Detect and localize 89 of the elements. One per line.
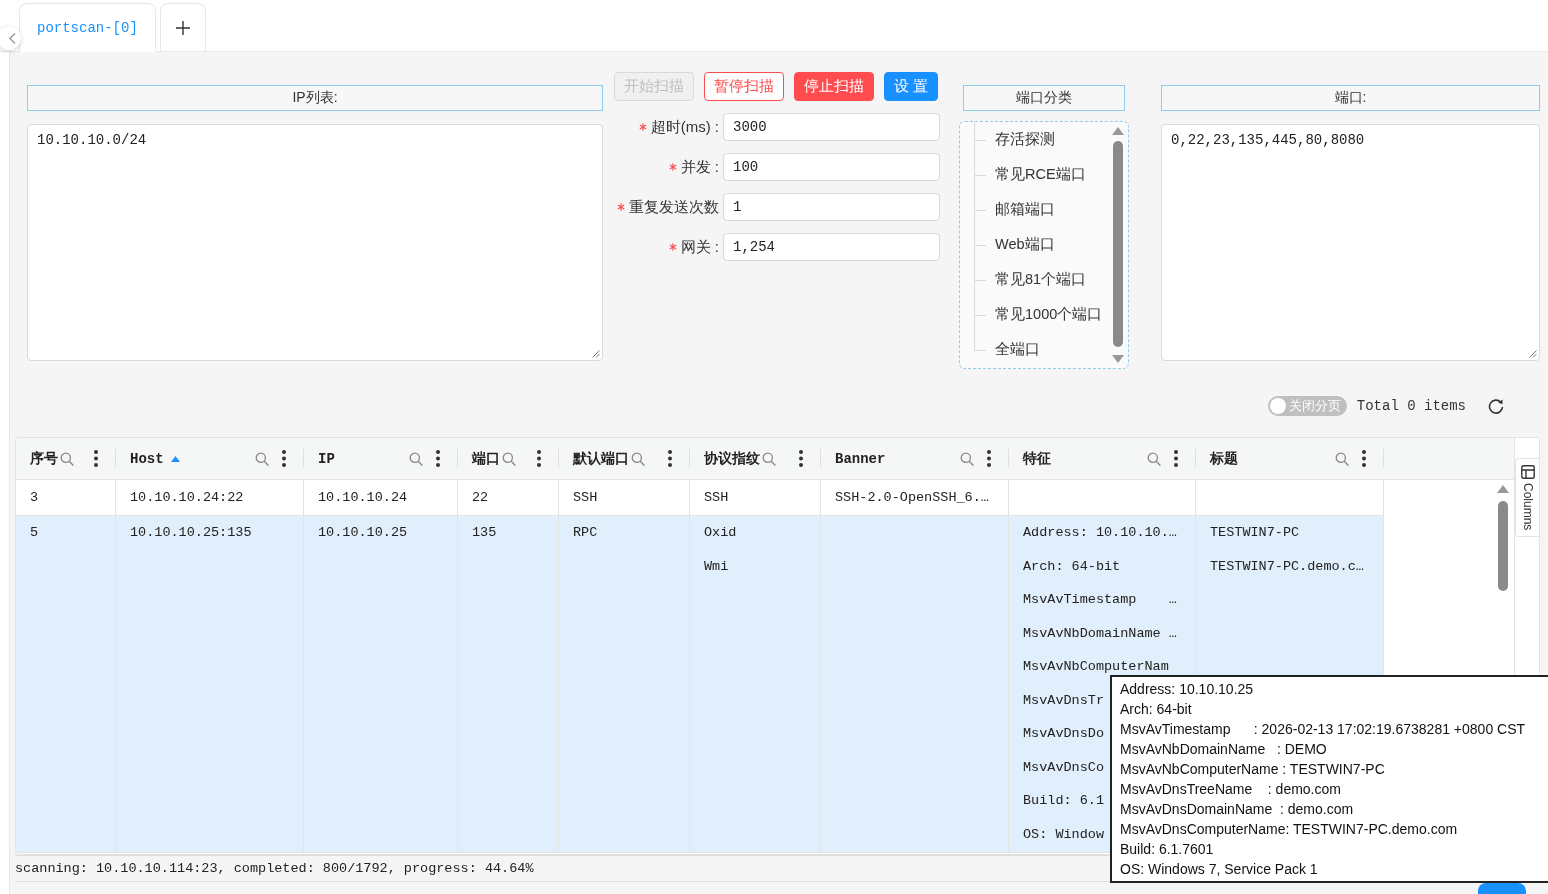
- resize-handle-icon[interactable]: [592, 350, 600, 358]
- search-icon[interactable]: [631, 451, 645, 466]
- cell-text: SSH-2.0-OpenSSH_6.…: [835, 489, 989, 506]
- tooltip-line: MsvAvDnsComputerName: TESTWIN7-PC.demo.com: [1120, 820, 1458, 839]
- port-list-field[interactable]: 0,22,23,135,445,80,8080: [1161, 124, 1540, 361]
- cell-text: TESTWIN7-PC.demo.c…: [1210, 558, 1364, 575]
- more-icon[interactable]: [94, 450, 98, 467]
- input-field[interactable]: 1: [723, 193, 940, 221]
- field-label: 网关 :: [680, 237, 719, 257]
- columns-button[interactable]: Columns: [1515, 458, 1539, 538]
- cell-text: Oxid: [704, 525, 737, 542]
- column-header[interactable]: IP: [318, 450, 335, 467]
- cell-text: OS: Window: [1023, 826, 1104, 843]
- search-icon[interactable]: [502, 451, 516, 466]
- tooltip-line: MsvAvDnsTreeName : demo.com: [1120, 780, 1341, 799]
- cell-text: 10.10.10.25: [318, 525, 408, 542]
- search-icon[interactable]: [255, 451, 269, 466]
- cell-text: Arch: 64-bit: [1023, 558, 1121, 575]
- cell-text: 5: [30, 525, 39, 542]
- ip-list-field[interactable]: 10.10.10.0/24: [27, 124, 603, 361]
- cell-text: MsvAvTimestamp …: [1023, 592, 1177, 609]
- add-tab-button[interactable]: [159, 3, 206, 52]
- field-label: 并发 :: [680, 157, 719, 177]
- scrollbar[interactable]: [1497, 485, 1509, 591]
- more-icon[interactable]: [987, 450, 991, 467]
- cell-text: Wmi: [704, 558, 729, 575]
- column-header[interactable]: 特征: [1023, 449, 1051, 468]
- cell-text: Address: 10.10.10.…: [1023, 525, 1177, 542]
- cell-text: TESTWIN7-PC: [1210, 525, 1300, 542]
- cell-text: 22: [472, 489, 489, 506]
- field-label: 超时(ms) :: [650, 117, 719, 137]
- cell-text: 135: [472, 525, 497, 542]
- input-field[interactable]: 1,254: [723, 233, 940, 261]
- more-icon[interactable]: [1174, 450, 1178, 467]
- column-header[interactable]: 序号: [30, 449, 58, 468]
- search-icon[interactable]: [1335, 451, 1349, 466]
- cell-text: MsvAvDnsTr: [1023, 692, 1104, 709]
- column-header[interactable]: 默认端口: [573, 449, 629, 468]
- table-row[interactable]: 3 10.10.10.24:22 10.10.10.24 22 SSH SSH SSH-2.0-OpenSSH_6.…: [16, 480, 1384, 516]
- column-header[interactable]: 协议指纹: [704, 449, 760, 468]
- table-icon: [1520, 465, 1535, 479]
- cell-text: 3: [30, 489, 39, 506]
- cell-text: SSH: [704, 489, 729, 506]
- section-header: 端口分类: [963, 85, 1125, 111]
- more-icon[interactable]: [282, 450, 286, 467]
- tooltip-line: MsvAvTimestamp : 2026-02-13 17:02:19.6738281 +0800 CST: [1120, 720, 1526, 739]
- cell-text: MsvAvNbComputerNam: [1023, 659, 1169, 676]
- plus-icon: [175, 20, 190, 35]
- more-icon[interactable]: [537, 450, 541, 467]
- input-field[interactable]: 3000: [723, 113, 940, 141]
- chevron-left-icon: [9, 32, 16, 44]
- cell-text: MsvAvNbDomainName …: [1023, 625, 1177, 642]
- cell-text: MsvAvDnsDo: [1023, 726, 1104, 743]
- refresh-icon[interactable]: [1488, 397, 1504, 415]
- tooltip-line: MsvAvNbComputerName : TESTWIN7-PC: [1120, 760, 1385, 779]
- cell-text: 10.10.10.25:135: [130, 525, 252, 542]
- column-header[interactable]: Host: [130, 450, 164, 467]
- more-icon[interactable]: [799, 450, 803, 467]
- section-header: IP列表:: [27, 85, 603, 111]
- cell-text: SSH: [573, 489, 598, 506]
- more-icon[interactable]: [1362, 450, 1366, 467]
- column-header[interactable]: 标题: [1210, 449, 1238, 468]
- search-icon[interactable]: [60, 451, 74, 466]
- search-icon[interactable]: [762, 451, 776, 466]
- tooltip-line: OS: Windows 7, Service Pack 1: [1120, 860, 1318, 879]
- column-header[interactable]: Banner: [835, 450, 886, 467]
- input-field[interactable]: 100: [723, 153, 940, 181]
- switch-knob-icon: [1269, 398, 1286, 414]
- cell-text: 10.10.10.24:22: [130, 489, 244, 506]
- field-label: 重复发送次数: [629, 197, 719, 217]
- section-header: 端口:: [1161, 85, 1540, 111]
- column-header[interactable]: 端口: [472, 449, 500, 468]
- tooltip-line: MsvAvDnsDomainName : demo.com: [1120, 800, 1354, 819]
- total-count: Total 0 items: [1356, 398, 1466, 414]
- more-icon[interactable]: [436, 450, 440, 467]
- resize-handle-icon[interactable]: [1529, 350, 1537, 358]
- tooltip-line: MsvAvNbDomainName : DEMO: [1120, 740, 1327, 759]
- floating-button[interactable]: [1478, 883, 1526, 894]
- search-icon[interactable]: [409, 451, 423, 466]
- tooltip-line: Address: 10.10.10.25: [1120, 680, 1254, 699]
- scrollbar[interactable]: [1112, 127, 1124, 363]
- more-icon[interactable]: [668, 450, 672, 467]
- cell-text: Build: 6.1: [1023, 793, 1104, 810]
- search-icon[interactable]: [1147, 451, 1161, 466]
- cell-text: MsvAvDnsCo: [1023, 759, 1104, 776]
- cell-text: RPC: [573, 525, 598, 542]
- tooltip-line: Arch: 64-bit: [1120, 700, 1192, 719]
- search-icon[interactable]: [960, 451, 974, 466]
- cell-text: 10.10.10.24: [318, 489, 408, 506]
